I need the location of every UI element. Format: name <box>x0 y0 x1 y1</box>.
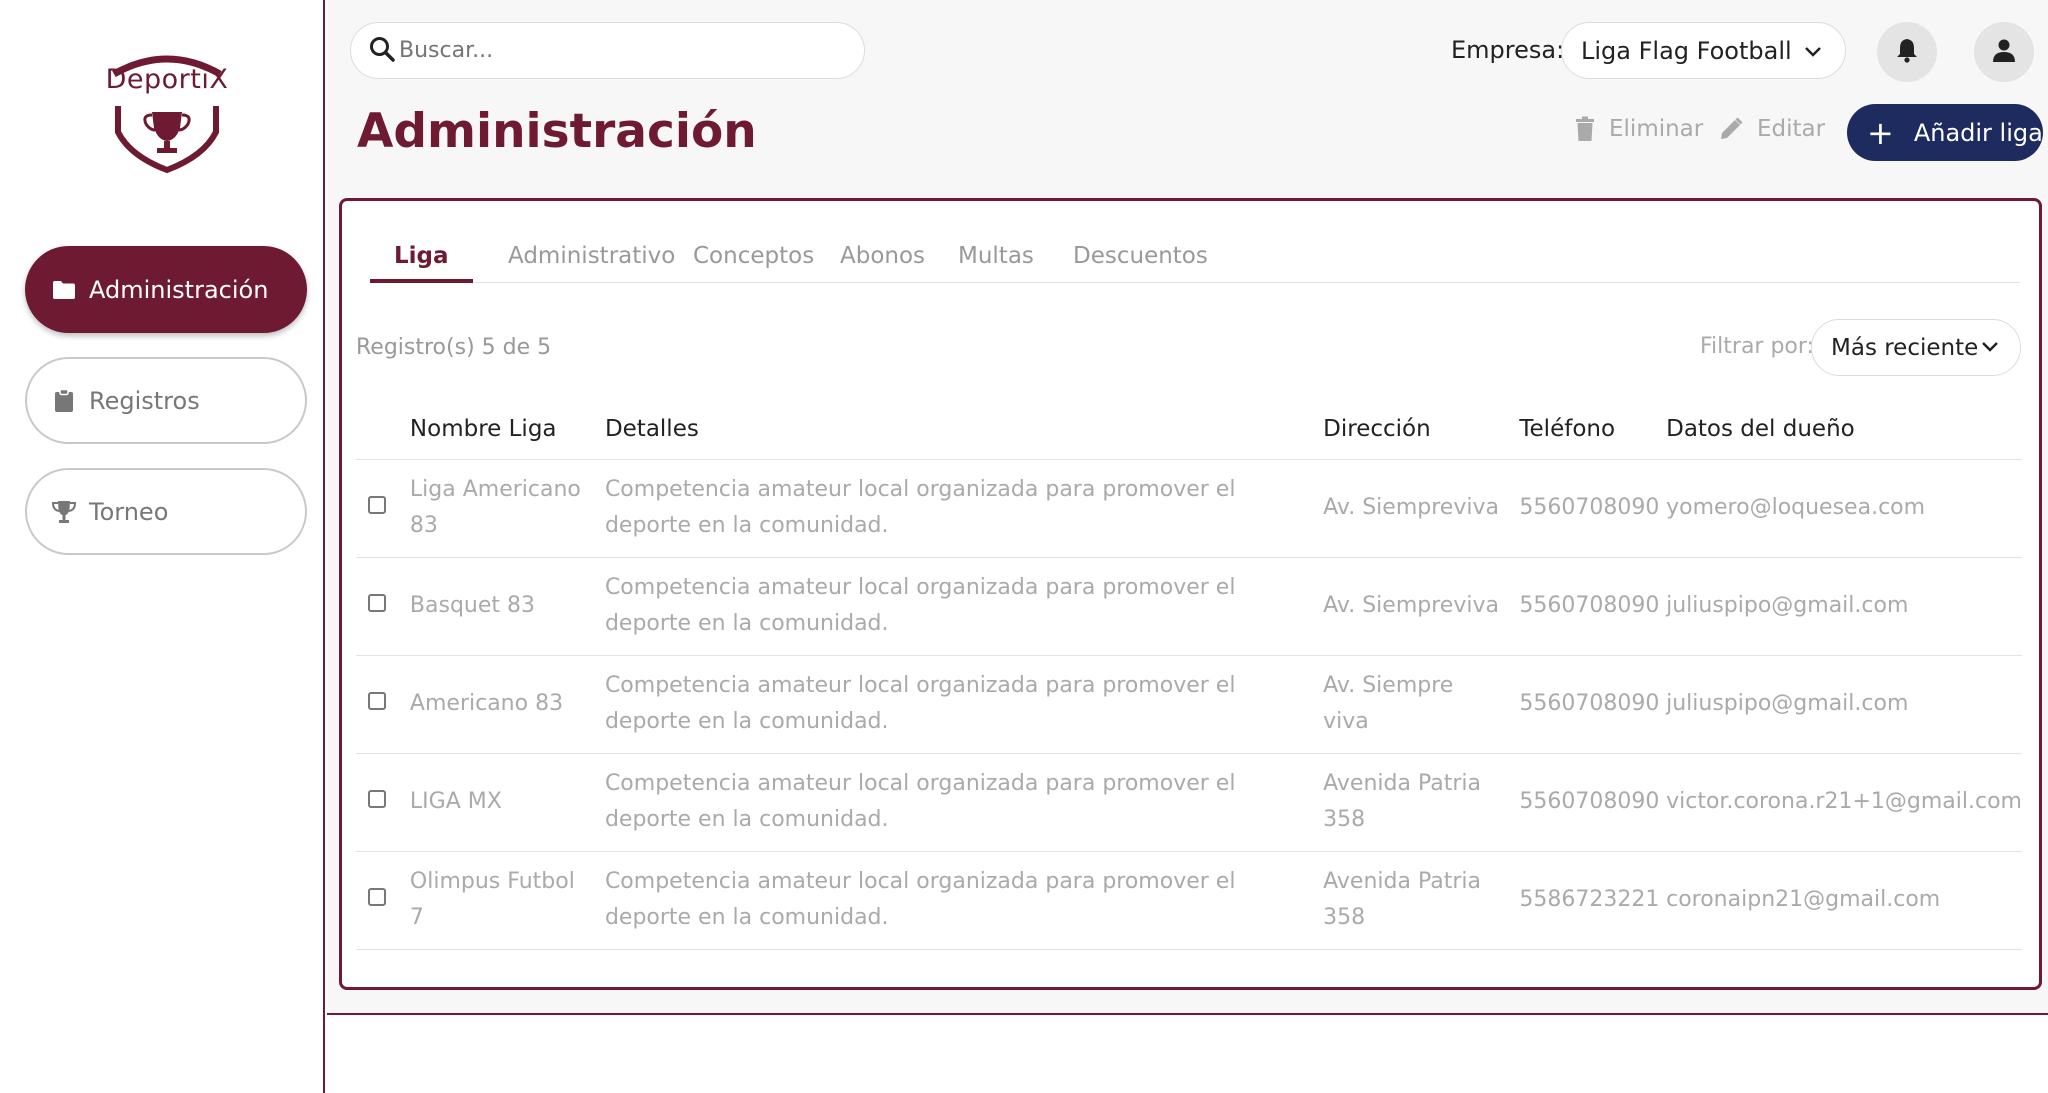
main-content: Empresa: Liga Flag Football Administraci… <box>327 0 2048 1015</box>
table-row[interactable]: Olimpus Futbol 7 Competencia amateur loc… <box>356 851 2022 950</box>
cell-nombre: Liga Americano 83 <box>409 459 605 558</box>
edit-label: Editar <box>1757 116 1826 142</box>
trophy-icon <box>51 499 77 525</box>
logo-text: DeportiX <box>105 64 229 95</box>
row-checkbox[interactable] <box>368 888 386 906</box>
add-liga-button[interactable]: + Añadir liga <box>1847 104 2043 161</box>
column-header: Dirección <box>1323 399 1520 460</box>
cell-dueno: juliuspipo@gmail.com <box>1666 557 2022 656</box>
search-bar[interactable] <box>350 22 865 79</box>
cell-telefono: 5560708090 <box>1519 557 1667 656</box>
table-row[interactable]: Americano 83 Competencia amateur local o… <box>356 655 2022 754</box>
cell-detalles: Competencia amateur local organizada par… <box>604 655 1324 754</box>
user-profile-button[interactable] <box>1974 22 2034 82</box>
tab-abonos[interactable]: Abonos <box>816 243 949 283</box>
tab-descuentos[interactable]: Descuentos <box>1049 243 1232 283</box>
row-checkbox[interactable] <box>368 692 386 710</box>
cell-direccion: Avenida Patria 358 <box>1323 851 1520 950</box>
table-header-row: Nombre Liga Detalles Dirección Teléfono … <box>356 399 2022 460</box>
filter-value: Más reciente <box>1831 334 1979 361</box>
row-checkbox[interactable] <box>368 594 386 612</box>
table-row[interactable]: Liga Americano 83 Competencia amateur lo… <box>356 459 2022 558</box>
empresa-value: Liga Flag Football <box>1581 36 1792 65</box>
tab-conceptos[interactable]: Conceptos <box>669 243 838 283</box>
cell-detalles: Competencia amateur local organizada par… <box>604 753 1324 852</box>
cell-direccion: Av. Siempreviva <box>1323 459 1520 558</box>
cell-dueno: victor.corona.r21+1@gmail.com <box>1666 753 2022 852</box>
table-row[interactable]: Basquet 83 Competencia amateur local org… <box>356 557 2022 656</box>
cell-dueno: yomero@loquesea.com <box>1666 459 2022 558</box>
delete-label: Eliminar <box>1609 116 1704 142</box>
row-checkbox[interactable] <box>368 790 386 808</box>
cell-nombre: Americano 83 <box>409 655 605 754</box>
chevron-down-icon <box>1980 336 2000 362</box>
select-column-header <box>356 399 410 460</box>
search-icon <box>369 36 395 66</box>
column-header: Datos del dueño <box>1666 399 2022 460</box>
sidebar-item-administracion[interactable]: Administración <box>25 246 307 333</box>
cell-dueno: coronaipn21@gmail.com <box>1666 851 2022 950</box>
content-card: Liga Administrativo Conceptos Abonos Mul… <box>339 198 2042 990</box>
tab-bar: Liga Administrativo Conceptos Abonos Mul… <box>370 243 2020 283</box>
tab-administrativo[interactable]: Administrativo <box>484 243 699 283</box>
empresa-select[interactable]: Liga Flag Football <box>1561 22 1846 79</box>
cell-telefono: 5586723221 <box>1519 851 1667 950</box>
sidebar-item-label: Administración <box>89 275 269 304</box>
filter-label: Filtrar por: <box>1700 334 1814 359</box>
user-icon <box>1992 38 2016 66</box>
plus-icon: + <box>1867 113 1894 152</box>
tab-liga[interactable]: Liga <box>370 243 473 283</box>
cell-telefono: 5560708090 <box>1519 753 1667 852</box>
delete-button[interactable]: Eliminar <box>1575 116 1703 142</box>
cell-direccion: Av. Siempreviva <box>1323 557 1520 656</box>
folder-icon <box>51 277 77 303</box>
chevron-down-icon <box>1803 39 1823 67</box>
bell-icon <box>1895 37 1919 67</box>
ligas-table: Nombre Liga Detalles Dirección Teléfono … <box>356 399 2022 950</box>
record-count: Registro(s) 5 de 5 <box>356 335 552 360</box>
cell-detalles: Competencia amateur local organizada par… <box>604 459 1324 558</box>
cell-nombre: Basquet 83 <box>409 557 605 656</box>
sidebar: DeportiX Administración Registros Torneo <box>0 0 325 1093</box>
cell-telefono: 5560708090 <box>1519 655 1667 754</box>
cell-nombre: Olimpus Futbol 7 <box>409 851 605 950</box>
cell-direccion: Avenida Patria 358 <box>1323 753 1520 852</box>
column-header: Nombre Liga <box>409 399 605 460</box>
page-title: Administración <box>357 104 757 159</box>
cell-dueno: juliuspipo@gmail.com <box>1666 655 2022 754</box>
sidebar-item-registros[interactable]: Registros <box>25 357 307 444</box>
clipboard-icon <box>51 388 77 414</box>
column-header: Detalles <box>604 399 1324 460</box>
trash-icon <box>1575 116 1595 142</box>
cell-nombre: LIGA MX <box>409 753 605 852</box>
pencil-icon <box>1719 117 1743 141</box>
cell-detalles: Competencia amateur local organizada par… <box>604 557 1324 656</box>
notifications-button[interactable] <box>1877 22 1937 82</box>
add-liga-label: Añadir liga <box>1913 118 2043 147</box>
filter-select[interactable]: Más reciente <box>1811 319 2021 376</box>
sidebar-item-label: Registros <box>89 386 200 415</box>
deportix-logo: DeportiX <box>100 44 234 174</box>
column-header: Teléfono <box>1519 399 1667 460</box>
sidebar-item-label: Torneo <box>89 497 169 526</box>
cell-detalles: Competencia amateur local organizada par… <box>604 851 1324 950</box>
row-checkbox[interactable] <box>368 496 386 514</box>
edit-button[interactable]: Editar <box>1719 116 1825 142</box>
empresa-label: Empresa: <box>1451 36 1565 64</box>
search-input[interactable] <box>399 38 819 63</box>
cell-telefono: 5560708090 <box>1519 459 1667 558</box>
cell-direccion: Av. Siempre viva <box>1323 655 1520 754</box>
table-row[interactable]: LIGA MX Competencia amateur local organi… <box>356 753 2022 852</box>
sidebar-item-torneo[interactable]: Torneo <box>25 468 307 555</box>
tab-multas[interactable]: Multas <box>934 243 1058 283</box>
